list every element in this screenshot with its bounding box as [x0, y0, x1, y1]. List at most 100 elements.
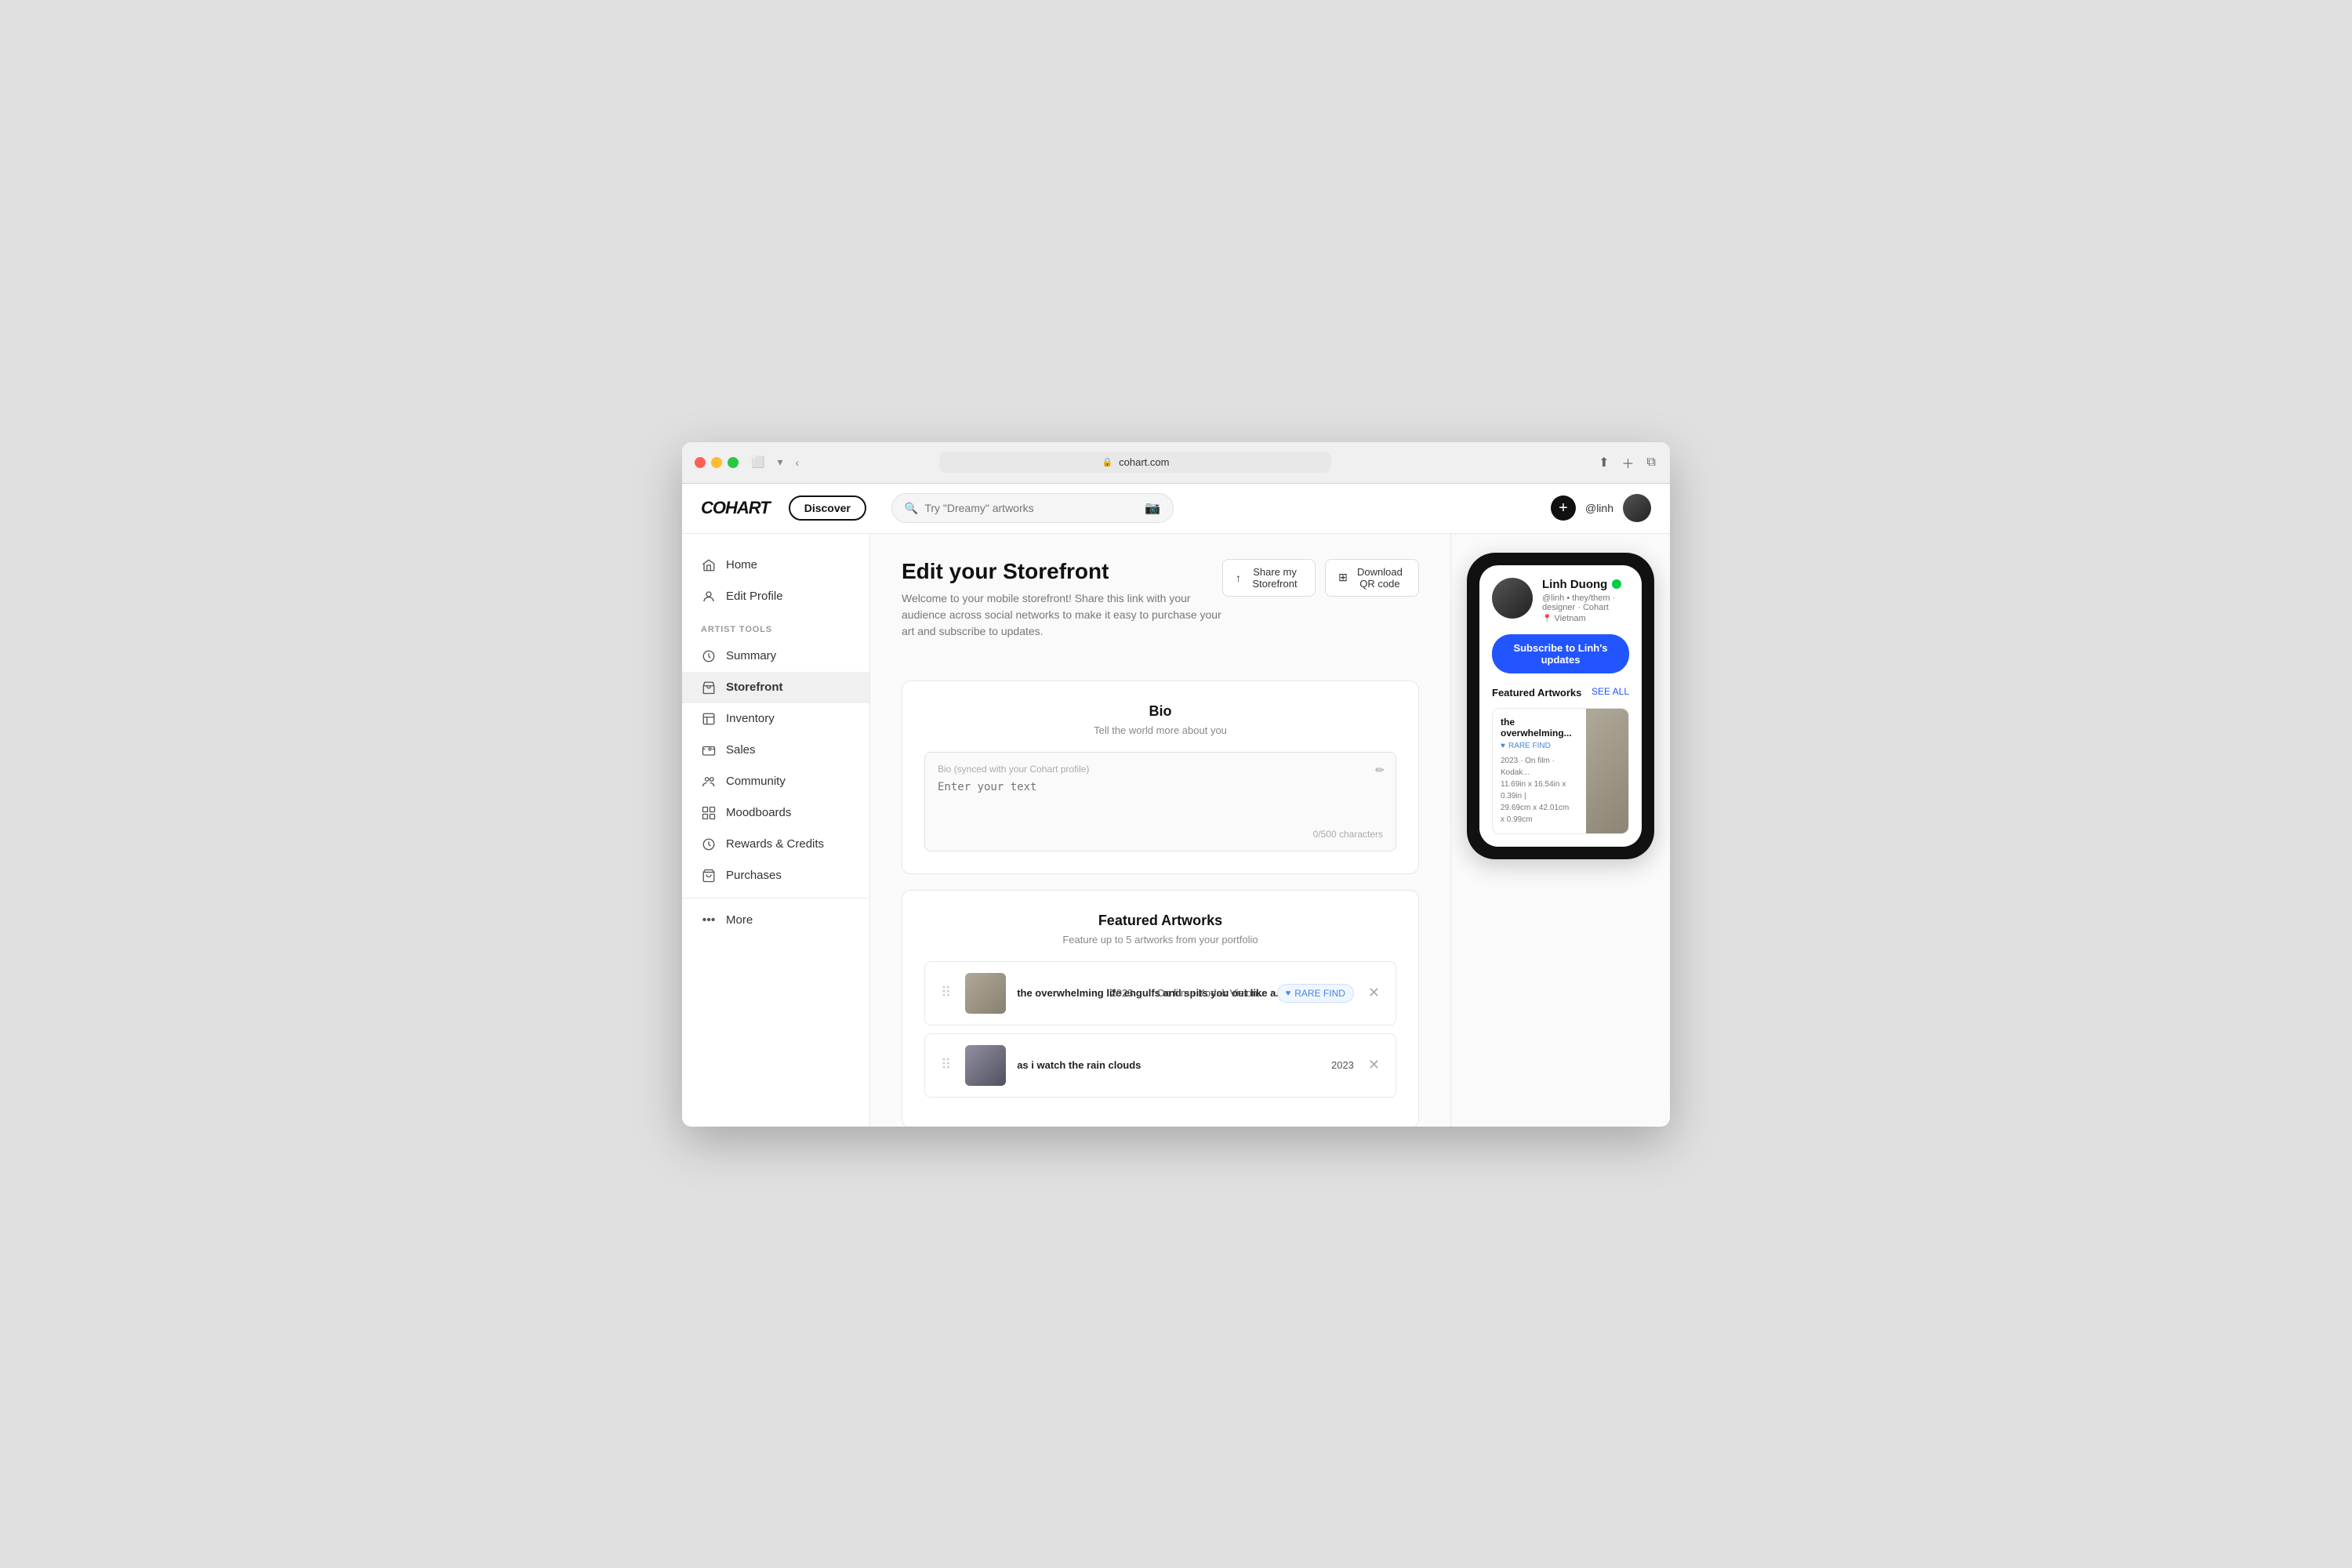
phone-profile-info: Linh Duong @linh • they/them · designer … — [1542, 578, 1629, 623]
share-icon: ↑ — [1236, 572, 1241, 584]
phone-artwork-meta: 2023 · On film · Kodak... 11.69in x 16.5… — [1501, 755, 1572, 826]
browser-controls: ⬜ ▾ ‹ — [748, 454, 802, 470]
artwork-info: the overwhelming life engulfs and spits … — [1017, 986, 1087, 1000]
sidebar-item-inventory[interactable]: Inventory — [682, 703, 869, 735]
share-page-button[interactable]: ⬆ — [1597, 453, 1610, 472]
phone-artwork-card: the overwhelming... ♥ RARE FIND 2023 · O… — [1492, 708, 1629, 834]
drag-handle-icon[interactable]: ⠿ — [938, 985, 954, 1001]
sidebar-item-home[interactable]: Home — [682, 550, 869, 581]
sidebar-item-moodboards[interactable]: Moodboards — [682, 797, 869, 829]
featured-artworks-card: Featured Artworks Feature up to 5 artwor… — [902, 890, 1419, 1127]
browser-actions: ⬆ ＋ ⧉ — [1597, 452, 1657, 474]
subscribe-button[interactable]: Subscribe to Linh's updates — [1492, 634, 1629, 673]
main-area: Home Edit Profile ARTIST TOOLS Summary — [682, 534, 1670, 1127]
remove-artwork-button[interactable]: ✕ — [1365, 982, 1383, 1004]
chevron-down-icon[interactable]: ▾ — [774, 454, 786, 470]
maximize-window-button[interactable] — [728, 457, 739, 468]
bio-card-title: Bio — [924, 703, 1396, 720]
share-storefront-button[interactable]: ↑ Share my Storefront — [1222, 559, 1316, 597]
phone-artwork-meta-3: 29.69cm x 42.01cm x 0.99cm — [1501, 802, 1572, 826]
discover-button[interactable]: Discover — [789, 495, 866, 521]
header-actions: ↑ Share my Storefront ⊞ Download QR code — [1222, 559, 1419, 597]
artwork-thumbnail — [965, 1045, 1006, 1086]
share-storefront-label: Share my Storefront — [1247, 566, 1302, 590]
bio-card: Bio Tell the world more about you Bio (s… — [902, 681, 1419, 874]
sales-icon — [701, 742, 717, 758]
phone-artwork-meta-1: 2023 · On film · Kodak... — [1501, 755, 1572, 779]
sidebar-item-rewards[interactable]: Rewards & Credits — [682, 829, 869, 860]
sidebar-item-edit-profile[interactable]: Edit Profile — [682, 581, 869, 612]
page-title: Edit your Storefront — [902, 559, 1222, 584]
rare-find-badge: ♥ RARE FIND — [1277, 984, 1354, 1003]
artwork-item: ⠿ as i watch the rain clouds 2023 ✕ — [924, 1033, 1396, 1098]
content-area: Edit your Storefront Welcome to your mob… — [870, 534, 1450, 1127]
phone-artwork-image — [1586, 709, 1629, 833]
rare-find-label: RARE FIND — [1294, 988, 1345, 999]
qr-icon: ⊞ — [1338, 571, 1348, 584]
sidebar-item-storefront[interactable]: Storefront — [682, 672, 869, 703]
drag-handle-icon[interactable]: ⠿ — [938, 1057, 954, 1073]
phone-name-row: Linh Duong — [1542, 578, 1629, 591]
sidebar-item-sales[interactable]: Sales — [682, 735, 869, 766]
page-subtitle: Welcome to your mobile storefront! Share… — [902, 590, 1222, 640]
url-display: cohart.com — [1119, 456, 1169, 468]
artwork-thumb-image — [965, 973, 1006, 1014]
page-header: Edit your Storefront Welcome to your mob… — [902, 559, 1222, 640]
artwork-info: as i watch the rain clouds — [1017, 1058, 1308, 1073]
phone-location-text: Vietnam — [1555, 614, 1586, 623]
sidebar-inventory-label: Inventory — [726, 712, 775, 725]
inventory-icon — [701, 711, 717, 727]
preview-panel: Linh Duong @linh • they/them · designer … — [1450, 534, 1670, 1127]
sidebar-community-label: Community — [726, 775, 786, 788]
download-qr-label: Download QR code — [1354, 566, 1406, 590]
edit-bio-icon[interactable]: ✏ — [1375, 764, 1385, 777]
avatar-image — [1623, 494, 1651, 522]
browser-window: ⬜ ▾ ‹ 🔒 cohart.com ⬆ ＋ ⧉ COHART Discover… — [682, 442, 1670, 1127]
sidebar-item-purchases[interactable]: Purchases — [682, 860, 869, 891]
new-tab-button[interactable]: ＋ — [1621, 452, 1636, 474]
purchases-icon — [701, 868, 717, 884]
remove-artwork-button[interactable]: ✕ — [1365, 1054, 1383, 1076]
phone-avatar — [1492, 578, 1533, 619]
top-nav: COHART Discover 🔍 📷 + @linh — [682, 484, 1670, 534]
address-bar[interactable]: 🔒 cohart.com — [939, 452, 1331, 473]
app-container: COHART Discover 🔍 📷 + @linh — [682, 484, 1670, 1127]
bio-char-count: 0/500 characters — [938, 829, 1383, 840]
phone-artwork-card-inner: the overwhelming... ♥ RARE FIND 2023 · O… — [1493, 709, 1628, 833]
minimize-window-button[interactable] — [711, 457, 722, 468]
download-qr-button[interactable]: ⊞ Download QR code — [1325, 559, 1419, 597]
phone-mockup: Linh Duong @linh • they/them · designer … — [1467, 553, 1654, 859]
back-button[interactable]: ‹ — [792, 455, 802, 470]
camera-icon[interactable]: 📷 — [1145, 500, 1160, 516]
sidebar-rewards-label: Rewards & Credits — [726, 837, 824, 851]
phone-heart-icon: ♥ — [1501, 742, 1505, 750]
sidebar-purchases-label: Purchases — [726, 869, 782, 882]
sidebar-sales-label: Sales — [726, 743, 756, 757]
phone-rare-label: RARE FIND — [1508, 742, 1551, 750]
phone-see-all[interactable]: SEE ALL — [1592, 686, 1629, 697]
tabs-button[interactable]: ⧉ — [1646, 454, 1657, 471]
bio-textarea[interactable] — [938, 781, 1383, 818]
phone-location: 📍 Vietnam — [1542, 614, 1629, 623]
avatar[interactable] — [1623, 494, 1651, 522]
search-bar[interactable]: 🔍 📷 — [891, 493, 1174, 523]
bio-label: Bio (synced with your Cohart profile) — [938, 764, 1383, 775]
phone-artwork-text: the overwhelming... ♥ RARE FIND 2023 · O… — [1493, 709, 1580, 833]
artwork-medium: On film · Kodak Vision... — [1156, 987, 1265, 999]
moodboards-icon — [701, 805, 717, 821]
verified-icon — [1612, 579, 1621, 589]
sidebar-item-summary[interactable]: Summary — [682, 641, 869, 672]
nav-right: + @linh — [1551, 494, 1651, 522]
bio-textarea-wrapper: Bio (synced with your Cohart profile) ✏ … — [924, 752, 1396, 851]
page-header-row: Edit your Storefront Welcome to your mob… — [902, 559, 1419, 659]
sidebar-item-community[interactable]: Community — [682, 766, 869, 797]
close-window-button[interactable] — [695, 457, 706, 468]
storefront-icon — [701, 680, 717, 695]
user-icon — [701, 589, 717, 604]
sidebar: Home Edit Profile ARTIST TOOLS Summary — [682, 534, 870, 1127]
sidebar-toggle-button[interactable]: ⬜ — [748, 454, 768, 470]
phone-screen: Linh Duong @linh • they/them · designer … — [1479, 565, 1642, 847]
sidebar-item-more[interactable]: ••• More — [682, 905, 869, 936]
search-input[interactable] — [924, 502, 1138, 514]
add-button[interactable]: + — [1551, 495, 1576, 521]
